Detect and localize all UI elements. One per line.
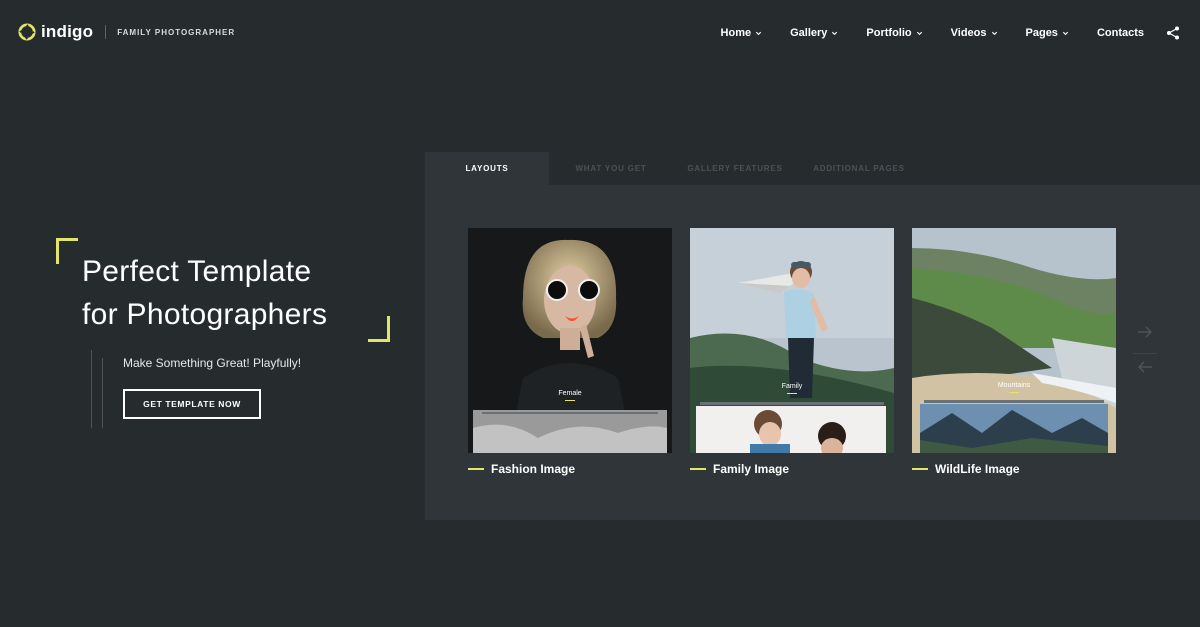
nav-item-label: Portfolio <box>866 27 912 39</box>
tab-additional-pages[interactable]: ADDITIONAL PAGES <box>797 152 921 185</box>
card-image-family[interactable]: Family <box>690 228 894 453</box>
logo[interactable]: indigo FAMILY PHOTOGRAPHER <box>18 22 235 42</box>
corner-bracket-top-left <box>56 238 78 264</box>
chevron-down-icon <box>756 31 762 35</box>
get-template-button[interactable]: GET TEMPLATE NOW <box>123 389 261 419</box>
logo-subtitle: FAMILY PHOTOGRAPHER <box>117 27 236 37</box>
accent-dash <box>468 468 484 470</box>
logo-divider <box>105 25 107 39</box>
logo-text: indigo <box>41 22 94 41</box>
nav-item-contacts[interactable]: Contacts <box>1097 27 1144 39</box>
tab-what-you-get[interactable]: WHAT YOU GET <box>549 152 673 185</box>
card-caption-fashion[interactable]: Fashion Image <box>468 462 672 476</box>
card-caption-label: WildLife Image <box>935 462 1020 476</box>
card-caption-label: Fashion Image <box>491 462 576 476</box>
arrow-left-icon[interactable] <box>1137 361 1153 373</box>
nav-item-pages[interactable]: Pages <box>1026 27 1069 39</box>
accent-dash <box>912 468 928 470</box>
tab-gallery-features[interactable]: GALLERY FEATURES <box>673 152 797 185</box>
hero-title: Perfect Template for Photographers <box>82 250 382 336</box>
fashion-photo <box>468 228 672 453</box>
card-caption-family[interactable]: Family Image <box>690 462 894 476</box>
nav-item-home[interactable]: Home <box>721 27 763 39</box>
wildlife-photo <box>912 228 1116 453</box>
card-image-wildlife[interactable]: Mountains <box>912 228 1116 453</box>
chevron-down-icon <box>832 31 838 35</box>
layout-card-fashion[interactable]: Female Fashion Image <box>468 228 672 476</box>
nav-item-label: Videos <box>950 27 987 39</box>
layout-card-wildlife[interactable]: Mountains WildLife Image <box>912 228 1116 476</box>
nav-item-label: Home <box>720 27 752 39</box>
card-caption-label: Family Image <box>713 462 790 476</box>
hero-title-line2: for Photographers <box>82 298 328 331</box>
family-photo <box>690 228 894 453</box>
accent-dash <box>690 468 706 470</box>
corner-bracket-bottom-right <box>368 316 390 342</box>
share-icon[interactable] <box>1166 26 1180 40</box>
nav-item-label: Gallery <box>790 27 828 39</box>
nav-item-label: Contacts <box>1096 27 1144 39</box>
hero-subtitle: Make Something Great! Playfully! <box>123 356 302 370</box>
card-tag-female: Female <box>468 390 672 401</box>
layout-card-family[interactable]: Family Family Image <box>690 228 894 476</box>
decorative-lines <box>91 350 103 428</box>
aperture-logo-icon <box>18 23 36 41</box>
card-tag-mountains: Mountains <box>912 382 1116 393</box>
arrow-divider <box>1133 353 1157 354</box>
chevron-down-icon <box>916 31 922 35</box>
main-nav: Home Gallery Portfolio Videos Pages Cont… <box>693 26 1180 40</box>
hero-title-line1: Perfect Template <box>82 255 312 288</box>
card-image-fashion[interactable]: Female <box>468 228 672 453</box>
chevron-down-icon <box>1062 31 1069 35</box>
layouts-panel: LAYOUTS WHAT YOU GET GALLERY FEATURES AD… <box>425 152 1200 520</box>
card-caption-wildlife[interactable]: WildLife Image <box>912 462 1116 476</box>
nav-item-gallery[interactable]: Gallery <box>790 27 838 39</box>
nav-item-portfolio[interactable]: Portfolio <box>866 27 922 39</box>
tab-bar: LAYOUTS WHAT YOU GET GALLERY FEATURES AD… <box>425 152 1200 185</box>
arrow-right-icon[interactable] <box>1137 326 1153 338</box>
nav-item-label: Pages <box>1025 27 1058 39</box>
nav-item-videos[interactable]: Videos <box>951 27 998 39</box>
card-tag-family: Family <box>690 383 894 394</box>
tab-layouts[interactable]: LAYOUTS <box>425 152 549 185</box>
chevron-down-icon <box>991 31 997 35</box>
